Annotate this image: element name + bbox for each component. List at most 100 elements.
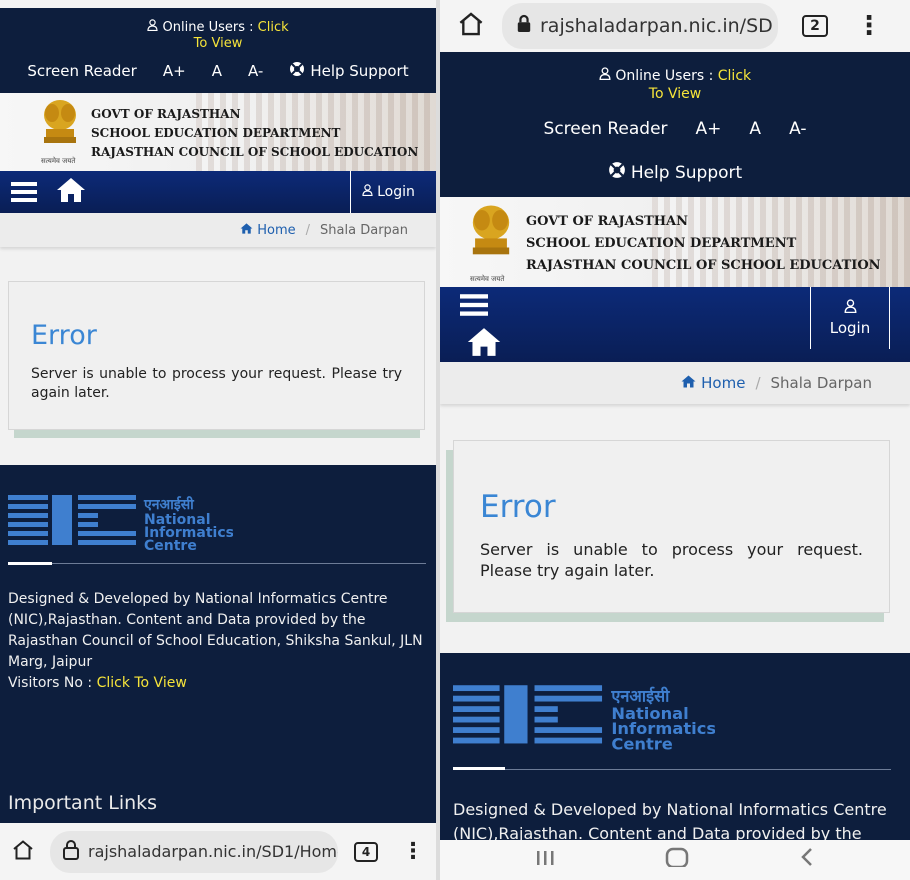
breadcrumb-current: Shala Darpan	[770, 374, 872, 392]
accessibility-bar: Online Users : Click To View Screen Read…	[440, 52, 910, 197]
nic-line-centre: Centre	[611, 734, 673, 753]
accessibility-bar: Online Users : Click To View Screen Read…	[0, 8, 436, 93]
breadcrumb-home-label: Home	[257, 222, 296, 238]
online-users-label: Online Users :	[162, 20, 254, 35]
more-options-icon[interactable]: ⋮	[402, 839, 424, 864]
breadcrumb: Home / Shala Darpan	[440, 362, 910, 404]
nic-logo: एनआईसी National Informatics Centre	[453, 685, 716, 757]
font-normal-button[interactable]: A	[749, 119, 761, 139]
nic-logo: एनआईसी National Informatics Centre	[8, 495, 234, 557]
user-icon	[362, 184, 373, 200]
breadcrumb-home-link[interactable]: Home	[240, 223, 296, 238]
header-line-1: GOVT OF RAJASTHAN	[91, 107, 241, 121]
breadcrumb-separator: /	[755, 374, 761, 392]
online-users[interactable]: Online Users : Click To View	[0, 8, 436, 52]
font-decrease-button[interactable]: A-	[248, 62, 263, 80]
site-footer: एनआईसी National Informatics Centre Desig…	[0, 465, 436, 823]
hamburger-menu-icon[interactable]	[460, 294, 488, 320]
back-icon[interactable]	[799, 847, 815, 873]
font-decrease-button[interactable]: A-	[789, 119, 806, 139]
site-header: सत्यमेव जयते GOVT OF RAJASTHAN SCHOOL ED…	[0, 93, 436, 171]
user-icon	[147, 19, 162, 35]
error-title: Error	[480, 489, 556, 525]
home-icon	[240, 222, 257, 238]
browser-address-bar: rajshaladarpan.nic.in/SD1/Home 4 ⋮	[0, 823, 436, 880]
login-button[interactable]: Login	[810, 287, 890, 349]
header-line-3: RAJASTHAN COUNCIL OF SCHOOL EDUCATION	[91, 145, 419, 159]
designed-by-body: Designed & Developed by National Informa…	[8, 591, 423, 670]
user-icon	[844, 299, 857, 317]
browser-address-bar: rajshaladarpan.nic.in/SD 2 ⋮	[440, 0, 910, 52]
login-button[interactable]: Login	[350, 171, 426, 213]
font-increase-button[interactable]: A+	[163, 62, 186, 80]
url-text: rajshaladarpan.nic.in/SD	[540, 15, 773, 37]
tab-count-button[interactable]: 4	[354, 841, 378, 862]
breadcrumb: Home / Shala Darpan	[0, 213, 436, 247]
lifebuoy-icon	[608, 161, 626, 184]
tab-count-button[interactable]: 2	[802, 15, 828, 37]
footer-rule-accent	[8, 562, 52, 565]
browser-home-icon[interactable]	[458, 12, 484, 40]
home-icon	[681, 374, 701, 392]
motto-text: सत्यमेव जयते	[41, 157, 76, 165]
hamburger-menu-icon[interactable]	[11, 182, 37, 206]
url-text: rajshaladarpan.nic.in/SD1/Home	[88, 842, 339, 861]
error-title: Error	[31, 320, 97, 351]
nic-hindi: एनआईसी	[143, 496, 195, 513]
error-card: Error Server is unable to process your r…	[8, 281, 425, 430]
error-message: Server is unable to process your request…	[31, 366, 402, 401]
lock-icon	[62, 839, 80, 865]
lock-icon	[516, 14, 532, 39]
login-label: Login	[377, 184, 415, 200]
breadcrumb-home-link[interactable]: Home	[681, 374, 745, 392]
header-line-2: SCHOOL EDUCATION DEPARTMENT	[91, 126, 341, 140]
font-normal-button[interactable]: A	[212, 62, 222, 80]
more-options-icon[interactable]: ⋮	[856, 11, 882, 41]
ashoka-emblem-icon	[38, 97, 82, 159]
footer-rule-accent	[453, 767, 505, 770]
nic-hindi: एनआईसी	[610, 687, 670, 706]
help-support-link[interactable]: Help Support	[608, 161, 742, 184]
url-field[interactable]: rajshaladarpan.nic.in/SD	[502, 3, 778, 49]
ashoka-emblem-icon	[466, 201, 516, 273]
header-line-3: RAJASTHAN COUNCIL OF SCHOOL EDUCATION	[526, 258, 881, 273]
login-label: Login	[829, 319, 871, 337]
system-navigation-bar	[440, 840, 910, 880]
site-footer: एनआईसी National Informatics Centre Desig…	[440, 653, 910, 843]
main-menu-bar: Login	[0, 171, 436, 213]
visitors-label: Visitors No :	[8, 675, 93, 691]
recent-apps-icon[interactable]	[535, 848, 555, 873]
header-line-1: GOVT OF RAJASTHAN	[526, 214, 689, 229]
breadcrumb-separator: /	[305, 222, 311, 238]
home-icon[interactable]	[56, 177, 86, 207]
font-increase-button[interactable]: A+	[696, 119, 722, 139]
url-field[interactable]: rajshaladarpan.nic.in/SD1/Home	[50, 830, 339, 873]
online-users-link[interactable]: Click	[258, 20, 289, 35]
screen-reader-link[interactable]: Screen Reader	[544, 119, 668, 139]
home-nav-icon[interactable]	[665, 847, 689, 873]
footer-rule	[453, 769, 891, 770]
online-users-label: Online Users :	[615, 68, 714, 84]
help-support-label: Help Support	[310, 62, 409, 80]
help-support-link[interactable]: Help Support	[289, 61, 409, 81]
online-users-link[interactable]: Click	[718, 68, 751, 84]
left-browser-pane: Online Users : Click To View Screen Read…	[0, 0, 436, 880]
browser-home-icon[interactable]	[12, 839, 34, 864]
header-line-2: SCHOOL EDUCATION DEPARTMENT	[526, 236, 797, 251]
site-header: सत्यमेव जयते GOVT OF RAJASTHAN SCHOOL ED…	[440, 197, 910, 287]
nic-line-centre: Centre	[144, 538, 197, 553]
user-icon	[599, 67, 615, 84]
motto-text: सत्यमेव जयते	[470, 275, 505, 283]
visitors-link[interactable]: Click To View	[97, 675, 187, 691]
footer-rule	[8, 563, 426, 564]
breadcrumb-current: Shala Darpan	[320, 222, 408, 238]
home-icon[interactable]	[466, 327, 502, 361]
online-users-link-2[interactable]: To View	[194, 36, 243, 51]
online-users[interactable]: Online Users : Click To View	[440, 52, 910, 103]
online-users-link-2[interactable]: To View	[649, 86, 701, 102]
important-links-heading: Important Links	[8, 792, 158, 814]
lifebuoy-icon	[289, 61, 305, 81]
main-menu-bar: Login	[440, 287, 910, 362]
breadcrumb-home-label: Home	[701, 374, 746, 392]
screen-reader-link[interactable]: Screen Reader	[27, 62, 136, 80]
